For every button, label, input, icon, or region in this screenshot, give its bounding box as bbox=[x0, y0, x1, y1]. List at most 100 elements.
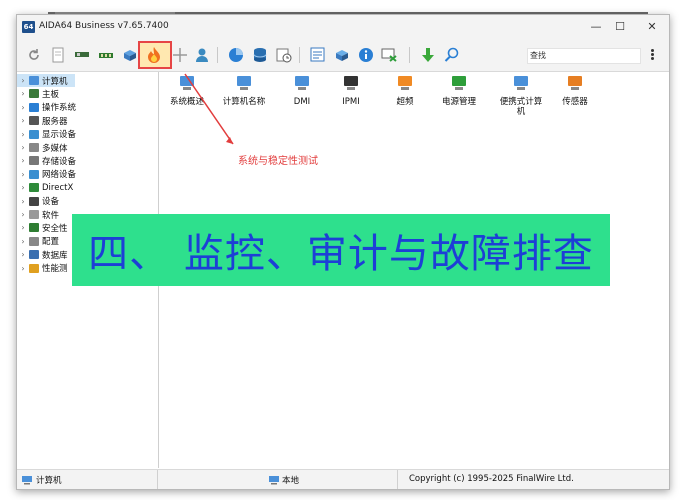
security-icon bbox=[29, 223, 39, 233]
chevron-right-icon[interactable]: › bbox=[17, 237, 29, 246]
motherboard-icon bbox=[29, 89, 39, 99]
content-item[interactable]: 计算机名称 bbox=[216, 74, 272, 107]
report-icon[interactable] bbox=[49, 46, 67, 64]
computer-icon bbox=[22, 476, 32, 485]
tree-item-label: 网络设备 bbox=[42, 170, 77, 181]
chart-icon[interactable] bbox=[227, 46, 245, 64]
tree-item-label: 显示设备 bbox=[42, 130, 77, 141]
chevron-right-icon[interactable]: › bbox=[17, 210, 29, 219]
tree-item-label: 数据库 bbox=[42, 250, 68, 261]
content-item-label: 传感器 bbox=[562, 97, 588, 107]
audit-icon[interactable] bbox=[309, 46, 327, 64]
chevron-right-icon[interactable]: › bbox=[17, 264, 29, 273]
chevron-right-icon[interactable]: › bbox=[17, 156, 29, 165]
content-item-label: 便携式计算机 bbox=[499, 97, 543, 117]
chevron-right-icon[interactable]: › bbox=[17, 116, 29, 125]
sensor-icon bbox=[565, 74, 585, 94]
tree-item-label: 性能测 bbox=[42, 264, 68, 275]
content-item[interactable]: 电源管理 bbox=[431, 74, 487, 107]
update-icon[interactable] bbox=[333, 46, 351, 64]
status-left-text: 计算机 bbox=[36, 476, 62, 486]
app-icon: 64 bbox=[22, 21, 35, 33]
content-item[interactable]: 传感器 bbox=[547, 74, 603, 107]
tools-icon[interactable] bbox=[171, 46, 189, 64]
storage-icon bbox=[29, 156, 39, 166]
tree-item-label: 服务器 bbox=[42, 116, 68, 127]
stability-test-icon[interactable] bbox=[145, 46, 163, 64]
title-bar: 64 AIDA64 Business v7.65.7400 — ☐ ✕ bbox=[17, 15, 669, 39]
refresh-icon[interactable] bbox=[25, 46, 43, 64]
computer-icon bbox=[269, 476, 279, 485]
directx-icon bbox=[29, 183, 39, 193]
tree-item[interactable]: › 计算机 bbox=[17, 74, 75, 87]
tree-item-label: 多媒体 bbox=[42, 143, 68, 154]
close-button[interactable]: ✕ bbox=[641, 19, 663, 35]
chevron-right-icon[interactable]: › bbox=[17, 183, 29, 192]
server-icon bbox=[29, 116, 39, 126]
chevron-right-icon[interactable]: › bbox=[17, 76, 29, 85]
chevron-right-icon[interactable]: › bbox=[17, 250, 29, 259]
content-item[interactable]: DMI bbox=[274, 74, 330, 107]
copyright-text: Copyright (c) 1995-2025 FinalWire Ltd. bbox=[409, 474, 574, 484]
database-icon[interactable] bbox=[251, 46, 269, 64]
maximize-button[interactable]: ☐ bbox=[609, 19, 631, 35]
board-icon[interactable] bbox=[73, 46, 91, 64]
banner-text: 四、 监控、审计与故障排查 bbox=[88, 231, 594, 277]
network-icon bbox=[29, 169, 39, 179]
download-icon[interactable] bbox=[419, 46, 437, 64]
tree-item[interactable]: › DirectX bbox=[17, 181, 157, 194]
content-item-label: DMI bbox=[293, 97, 311, 107]
memory-icon[interactable] bbox=[97, 46, 115, 64]
info-icon[interactable] bbox=[357, 46, 375, 64]
database-icon bbox=[29, 250, 39, 260]
tree-item-label: 安全性 bbox=[42, 223, 68, 234]
laptop-icon bbox=[511, 74, 531, 94]
chevron-right-icon[interactable]: › bbox=[17, 170, 29, 179]
tree-item-label: 主板 bbox=[42, 89, 60, 100]
tree-item-label: 软件 bbox=[42, 210, 60, 221]
minimize-button[interactable]: — bbox=[585, 19, 607, 35]
content-item[interactable]: 超频 bbox=[377, 74, 433, 107]
tree-item[interactable]: › 服务器 bbox=[17, 114, 157, 127]
tree-item-label: 计算机 bbox=[42, 76, 68, 87]
display-icon bbox=[29, 129, 39, 139]
tree-item[interactable]: › 多媒体 bbox=[17, 141, 157, 154]
software-icon bbox=[29, 210, 39, 219]
toolbar-separator bbox=[299, 47, 300, 63]
tree-item[interactable]: › 操作系统 bbox=[17, 101, 157, 114]
content-item-label: 系统概述 bbox=[169, 97, 204, 107]
chevron-right-icon[interactable]: › bbox=[17, 223, 29, 232]
schedule-icon[interactable] bbox=[275, 46, 293, 64]
tree-item-label: 配置 bbox=[42, 237, 60, 248]
tree-item[interactable]: › 显示设备 bbox=[17, 128, 157, 141]
chevron-right-icon[interactable]: › bbox=[17, 89, 29, 98]
tree-item[interactable]: › 存储设备 bbox=[17, 154, 157, 167]
remote-icon[interactable] bbox=[381, 46, 399, 64]
config-icon bbox=[29, 236, 39, 246]
more-menu-icon[interactable] bbox=[649, 48, 655, 62]
content-item[interactable]: IPMI bbox=[323, 74, 379, 107]
content-item[interactable]: 便携式计算机 bbox=[493, 74, 549, 117]
annotation-label: 系统与稳定性测试 bbox=[238, 156, 318, 167]
computer-icon bbox=[29, 76, 39, 85]
tree-item[interactable]: › 网络设备 bbox=[17, 168, 157, 181]
tree-item[interactable]: › 设备 bbox=[17, 195, 157, 208]
tree-item-label: DirectX bbox=[42, 182, 74, 193]
status-divider bbox=[397, 470, 398, 489]
chevron-right-icon[interactable]: › bbox=[17, 103, 29, 112]
overlay-banner: 四、 监控、审计与故障排查 bbox=[72, 214, 610, 286]
status-middle-text: 本地 bbox=[282, 476, 300, 486]
chevron-right-icon[interactable]: › bbox=[17, 143, 29, 152]
power-icon bbox=[449, 74, 469, 94]
search-input[interactable]: 查找 bbox=[527, 48, 641, 64]
window-title: AIDA64 Business v7.65.7400 bbox=[39, 21, 169, 31]
network-icon[interactable] bbox=[121, 46, 139, 64]
tree-item[interactable]: › 主板 bbox=[17, 87, 157, 100]
status-left: 计算机 bbox=[21, 474, 62, 486]
search-icon[interactable] bbox=[443, 46, 461, 64]
chevron-right-icon[interactable]: › bbox=[17, 130, 29, 139]
chevron-right-icon[interactable]: › bbox=[17, 197, 29, 206]
content-item[interactable]: 系统概述 bbox=[159, 74, 215, 107]
content-item-label: 电源管理 bbox=[441, 97, 476, 107]
user-icon[interactable] bbox=[193, 46, 211, 64]
